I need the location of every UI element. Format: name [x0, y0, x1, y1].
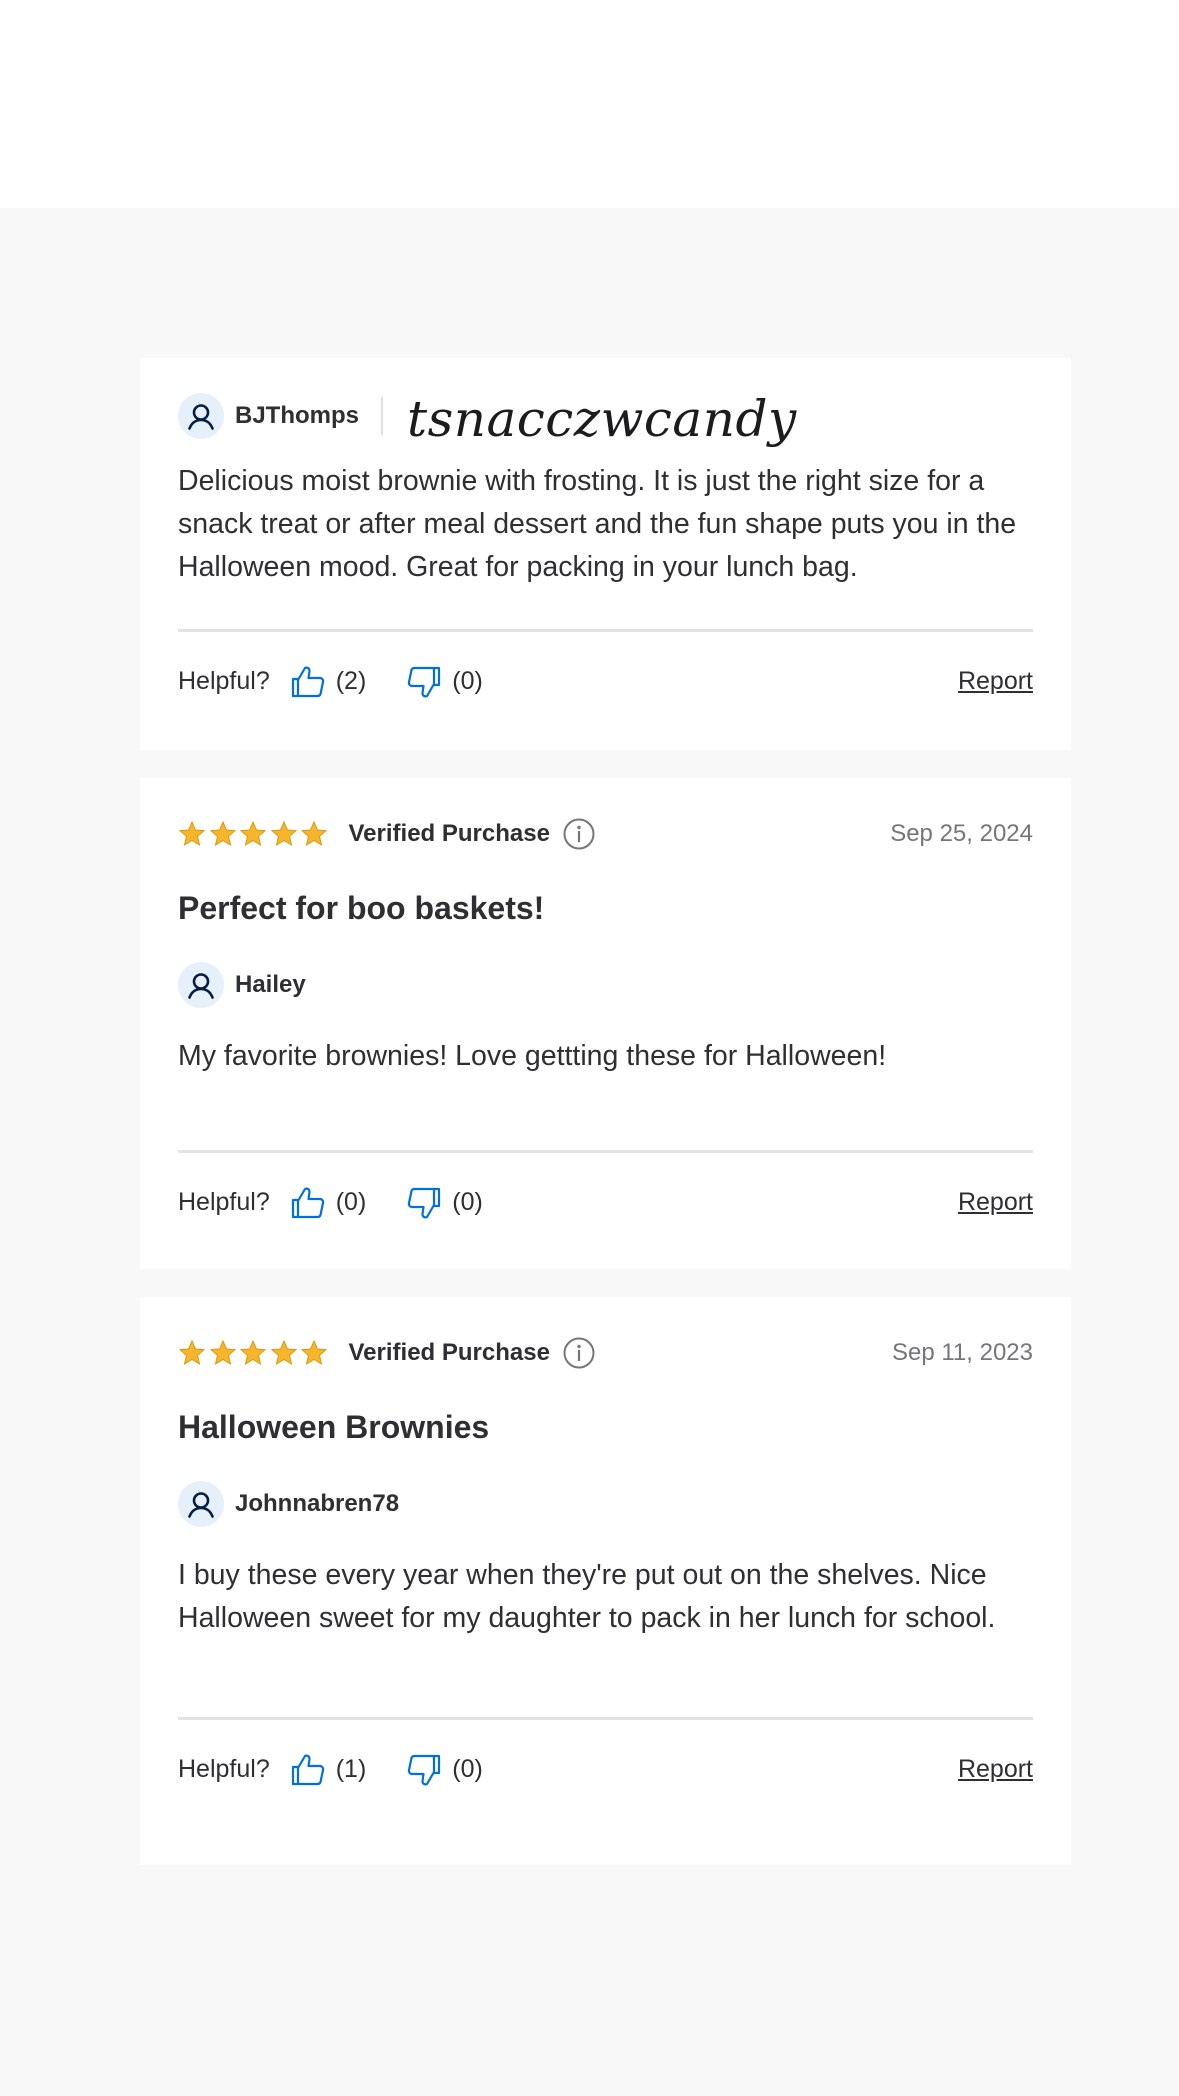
info-icon[interactable]: [562, 817, 596, 851]
review-card: Verified Purchase Sep 25, 2024 Perfect f…: [140, 778, 1071, 1269]
review-card: BJThomps tsnacczwcandy Delicious moist b…: [140, 358, 1071, 750]
report-link[interactable]: Report: [958, 1188, 1033, 1217]
star-icon: [239, 1339, 267, 1366]
helpful-row: Helpful? (2) (0) Report: [178, 632, 1033, 731]
reviewer-name: BJThomps: [235, 402, 360, 429]
review-card: Verified Purchase Sep 11, 2023 Halloween…: [140, 1297, 1071, 1865]
star-icon: [270, 820, 297, 847]
star-rating: [178, 820, 331, 848]
review-text: I buy these every year when they're put …: [178, 1559, 996, 1634]
review-text: My favorite brownies! Love gettting thes…: [178, 1040, 887, 1072]
user-icon: [178, 1481, 224, 1527]
helpful-yes-button[interactable]: (2): [290, 664, 367, 700]
thumbs-down-icon: [408, 666, 441, 697]
star-icon: [178, 1339, 206, 1366]
helpful-no-count: (0): [452, 1755, 483, 1783]
header-blank-area: [0, 0, 1179, 208]
review-meta-row: Verified Purchase Sep 25, 2024: [178, 817, 1033, 851]
review-meta-row: Verified Purchase Sep 11, 2023: [178, 1336, 1033, 1370]
helpful-label: Helpful?: [178, 667, 270, 695]
info-icon[interactable]: [562, 1336, 596, 1370]
helpful-yes-count: (0): [335, 1188, 367, 1216]
divider: [381, 397, 384, 435]
user-icon: [178, 962, 224, 1008]
reviewer-row: Johnnabren78: [178, 1481, 1033, 1527]
reviewer-name: Johnnabren78: [235, 1490, 400, 1517]
thumbs-up-icon: [291, 1754, 324, 1785]
review-date: Sep 25, 2024: [890, 820, 1033, 847]
helpful-no-button[interactable]: (0): [406, 664, 483, 700]
helpful-no-count: (0): [452, 1188, 483, 1216]
helpful-no-button[interactable]: (0): [406, 1185, 483, 1221]
user-icon: [178, 393, 224, 439]
star-icon: [209, 820, 236, 847]
helpful-label: Helpful?: [178, 1188, 270, 1216]
star-icon: [300, 820, 328, 847]
star-icon: [300, 1339, 328, 1366]
helpful-label: Helpful?: [178, 1755, 270, 1783]
reviewer-name: Hailey: [235, 971, 306, 998]
helpful-no-button[interactable]: (0): [406, 1752, 483, 1788]
star-icon: [178, 820, 206, 847]
star-icon: [270, 1339, 297, 1366]
reviewer-row: BJThomps tsnacczwcandy: [178, 393, 1033, 444]
star-icon: [239, 820, 267, 847]
review-text: Delicious moist brownie with frosting. I…: [178, 465, 1017, 583]
review-title: Perfect for boo baskets!: [178, 890, 545, 926]
verified-purchase-label: Verified Purchase: [348, 820, 550, 847]
reviewer-signature: tsnacczwcandy: [407, 390, 797, 448]
card-gap: [140, 750, 1071, 778]
thumbs-up-icon: [291, 666, 324, 697]
star-icon: [209, 1339, 236, 1366]
review-date: Sep 11, 2023: [891, 1339, 1033, 1366]
helpful-yes-count: (1): [335, 1755, 367, 1783]
review-title: Halloween Brownies: [178, 1409, 490, 1445]
reviewer-row: Hailey: [178, 962, 1033, 1008]
report-link[interactable]: Report: [958, 1755, 1033, 1784]
thumbs-down-icon: [408, 1754, 441, 1785]
helpful-yes-button[interactable]: (1): [290, 1752, 367, 1788]
helpful-yes-count: (2): [335, 667, 367, 695]
card-gap: [140, 1269, 1071, 1297]
helpful-row: Helpful? (1) (0) Report: [178, 1720, 1033, 1819]
reviews-list: BJThomps tsnacczwcandy Delicious moist b…: [140, 358, 1071, 1865]
thumbs-down-icon: [408, 1187, 441, 1218]
verified-purchase-label: Verified Purchase: [348, 1339, 550, 1366]
helpful-no-count: (0): [452, 667, 483, 695]
star-rating: [178, 1339, 331, 1367]
thumbs-up-icon: [291, 1187, 324, 1218]
report-link[interactable]: Report: [958, 667, 1033, 696]
helpful-yes-button[interactable]: (0): [290, 1185, 367, 1221]
helpful-row: Helpful? (0) (0) Report: [178, 1153, 1033, 1252]
